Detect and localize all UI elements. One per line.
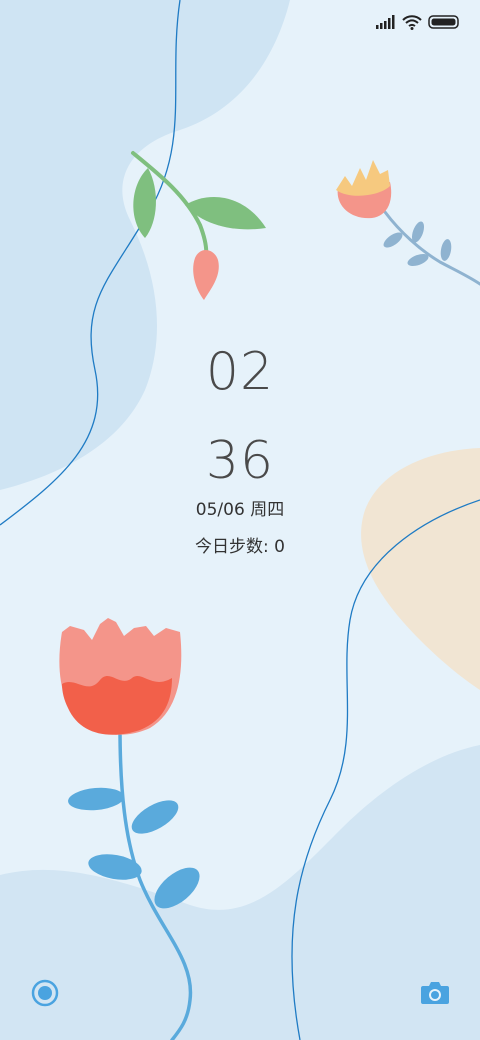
signal-icon [376,15,396,29]
status-bar [376,12,460,32]
wifi-icon [402,14,422,30]
battery-icon [428,15,460,29]
lock-screen: 02 36 05/06 周四 今日步数: 0 [0,0,480,1040]
camera-icon [420,980,450,1010]
assistant-shortcut-button[interactable] [28,978,62,1012]
assistant-icon [31,979,59,1011]
steps-text: 今日步数: 0 [195,537,285,557]
clock-hours: 02 [205,342,275,402]
date-text: 05/06 周四 [195,500,285,520]
camera-shortcut-button[interactable] [418,978,452,1012]
clock-minutes: 36 [205,431,275,491]
